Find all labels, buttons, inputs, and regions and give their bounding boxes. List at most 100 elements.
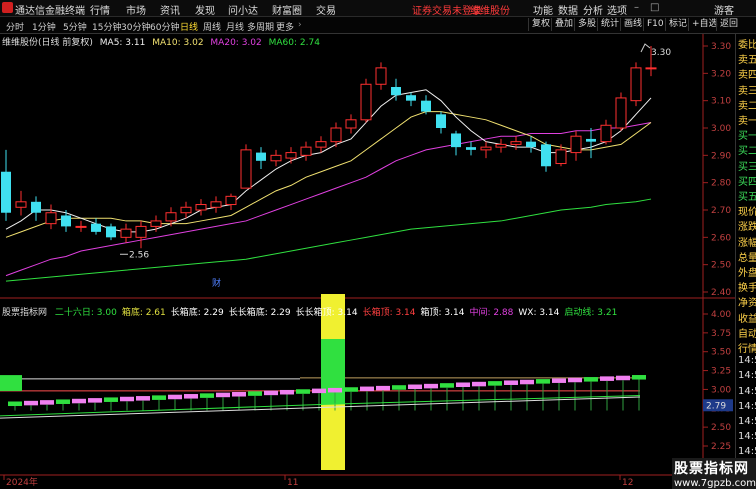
side-item: 买一	[738, 131, 756, 143]
candle-down	[421, 100, 431, 112]
candle-up	[225, 195, 237, 206]
menu-item[interactable]: 行情	[90, 2, 110, 17]
y-tick-label: 3.30	[711, 42, 731, 52]
box-segment	[104, 397, 118, 402]
sub-indicator-value: 长长箱顶: 3.14	[295, 308, 358, 318]
candle-up	[270, 154, 282, 162]
sub-y-tick-label: 4.00	[711, 310, 731, 320]
tab-fenshi[interactable]: 分时	[6, 20, 24, 33]
side-item: 自动	[738, 328, 756, 340]
candle-up	[165, 212, 177, 222]
side-item: 外盘	[738, 268, 756, 279]
menu-item[interactable]: 选项	[607, 2, 627, 17]
sub-indicator-value: 箱顶: 3.14	[420, 308, 465, 318]
candle-down	[451, 133, 461, 148]
menu-item[interactable]: 资讯	[160, 2, 180, 17]
minimize-icon[interactable]: –	[634, 2, 639, 13]
candle-up	[645, 67, 657, 70]
add-watchlist-button[interactable]: +自选	[688, 18, 718, 31]
candle-down	[91, 223, 101, 232]
menu-item[interactable]: 市场	[126, 2, 146, 17]
signal-bar-green	[321, 339, 345, 404]
box-segment	[232, 391, 246, 397]
candle-down	[391, 87, 401, 96]
box-segment	[552, 378, 566, 383]
menu-item[interactable]: 交易	[316, 2, 336, 17]
box-segment	[120, 396, 134, 402]
maximize-icon[interactable]: □	[650, 2, 659, 13]
draw-line-button[interactable]: 画线	[620, 18, 642, 31]
tab-more[interactable]: 更多	[276, 20, 294, 33]
menu-item[interactable]: 财富圈	[272, 2, 302, 17]
menu-item[interactable]: 功能	[533, 2, 553, 17]
candle-up	[315, 141, 327, 148]
high-price-label: 3.30	[651, 48, 671, 58]
candle-up	[45, 212, 57, 225]
tab-daily[interactable]: 日线	[180, 20, 198, 33]
back-button[interactable]: 返回	[716, 18, 738, 31]
quote-side-panel: 委比 卖五 卖四 卖三 卖二 卖一 买一 买二 买三 买四 买五 现价 涨跌 涨幅 总量 外盘 换手 净资 收益 自动…	[735, 34, 756, 487]
candle-up	[375, 67, 387, 85]
sub-indicator-value: 长箱顶: 3.14	[362, 308, 416, 318]
candle-up	[300, 146, 312, 156]
menu-item[interactable]: 分析	[583, 2, 603, 17]
tab-weekly[interactable]: 周线	[203, 20, 221, 33]
candle-up	[345, 119, 357, 129]
sub-indicator-line: 股票指标网 二十六日: 3.00 箱底: 2.61 长箱底: 2.29 长长箱底: 2…	[2, 305, 617, 318]
signal-bar-yellow-bottom	[321, 404, 345, 470]
menu-item[interactable]: 问小达	[228, 2, 258, 17]
side-item: 14:5	[738, 400, 756, 412]
candle-up	[195, 204, 207, 211]
box-segment	[280, 389, 294, 395]
box-segment	[632, 375, 646, 380]
statistics-button[interactable]: 统计	[597, 18, 619, 31]
tab-monthly[interactable]: 月线	[226, 20, 244, 33]
box-segment	[536, 379, 550, 384]
kline-chart-area[interactable]: 3.30 3.20 3.10 3.00 2.90 2.80 2.70 2.60 2.50 2.40…	[0, 34, 735, 487]
f10-button[interactable]: F10	[643, 18, 664, 31]
x-tick-label: 12	[622, 478, 633, 487]
title-bar: 通达信金融终端 行情 市场 资讯 发现 问小达 财富圈 交易 证券交易未登录 维…	[0, 0, 756, 17]
menu-item[interactable]: 发现	[195, 2, 215, 17]
sub-indicator-value: 中间: 2.88	[469, 308, 514, 318]
box-segment	[344, 387, 358, 392]
side-item: 14:5	[738, 355, 756, 367]
tab-1min[interactable]: 1分钟	[32, 20, 56, 33]
tab-30min[interactable]: 30分钟	[121, 20, 150, 33]
menu-item[interactable]: 数据	[558, 2, 578, 17]
guest-label[interactable]: 游客	[714, 2, 734, 17]
more-arrow-icon[interactable]: ›	[298, 20, 302, 30]
overlay-button[interactable]: 叠加	[551, 18, 573, 31]
side-item: 买五	[738, 192, 756, 203]
sub-y-tick-label: 2.25	[711, 442, 731, 452]
box-segment	[40, 400, 54, 405]
box-segment	[56, 399, 70, 404]
multi-stock-button[interactable]: 多股	[574, 18, 596, 31]
watermark-title: 股票指标网	[674, 461, 749, 477]
fuquan-button[interactable]: 复权	[528, 18, 550, 31]
box-segment	[424, 383, 438, 389]
side-item: 卖一	[738, 116, 756, 127]
tab-multi-period[interactable]: 多周期	[247, 20, 274, 33]
side-item: 收益	[738, 313, 756, 325]
candle-up	[600, 124, 612, 143]
low-price-label: 2.56	[129, 250, 149, 260]
tab-5min[interactable]: 5分钟	[63, 20, 87, 33]
box-segment	[312, 388, 326, 394]
candle-up	[135, 225, 147, 238]
box-segment	[472, 381, 486, 387]
side-item: 14:5	[738, 446, 756, 458]
candle-down	[31, 201, 41, 213]
mark-button[interactable]: 标记	[665, 18, 687, 31]
tab-15min[interactable]: 15分钟	[92, 20, 121, 33]
candle-up	[510, 141, 522, 145]
box-segment	[88, 398, 102, 403]
box-segment	[584, 377, 598, 382]
candle-up	[75, 225, 87, 228]
tab-60min[interactable]: 60分钟	[150, 20, 179, 33]
candle-up	[330, 127, 342, 143]
zone-block-green	[0, 375, 22, 391]
y-tick-label: 2.50	[711, 261, 731, 271]
candle-down	[256, 152, 266, 161]
box-segment	[152, 395, 166, 400]
